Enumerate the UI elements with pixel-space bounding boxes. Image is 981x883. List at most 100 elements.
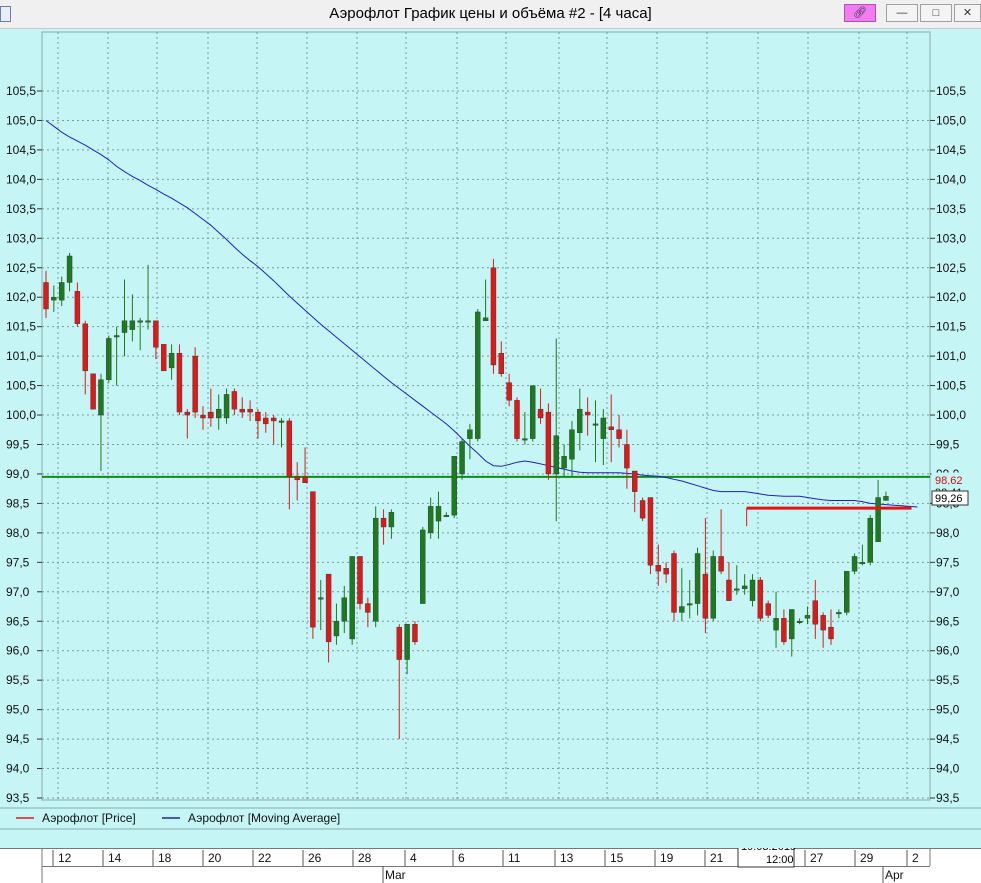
candle [435, 491, 442, 539]
candle-body [184, 411, 191, 416]
candle [765, 600, 771, 619]
candle [553, 338, 559, 522]
candle [396, 624, 402, 740]
y-tick-label-right: 104,5 [936, 143, 966, 157]
y-tick-label-left: 103,0 [6, 231, 36, 245]
y-tick-label-right: 103,0 [936, 231, 966, 245]
x-day-label: 22 [258, 851, 272, 865]
x-day-label: 11 [508, 851, 521, 865]
candle-body [51, 297, 57, 301]
candle-body [263, 417, 269, 425]
legend-label: Аэрофлот [Moving Average] [188, 811, 340, 825]
candle-body [239, 408, 245, 413]
y-tick-label-right: 101,5 [936, 320, 966, 334]
minimize-button[interactable]: — [886, 4, 918, 22]
candle [883, 491, 889, 501]
x-day-label: 27 [810, 851, 824, 865]
candle-body [310, 491, 316, 628]
y-tick-label-left: 103,5 [6, 202, 36, 216]
candle-body [106, 338, 112, 380]
x-day-label: 12 [58, 851, 72, 865]
candle [608, 394, 614, 463]
y-tick-label-right: 96,5 [936, 614, 960, 628]
y-tick-label-left: 98,5 [6, 496, 30, 510]
candle-body [679, 606, 685, 613]
maximize-button[interactable]: □ [920, 4, 952, 22]
candle [694, 547, 701, 616]
candle-body [553, 435, 559, 475]
candle [373, 506, 379, 628]
candle-body [74, 291, 81, 324]
y-tick-label-right: 97,5 [936, 555, 960, 569]
y-tick-label-right: 94,5 [936, 732, 960, 746]
candle-body [781, 618, 787, 643]
y-tick-label-right: 102,0 [936, 290, 966, 304]
candle [859, 544, 866, 566]
candle [545, 403, 552, 480]
candle-body [302, 476, 308, 483]
y-tick-label-left: 99,0 [6, 467, 30, 481]
candle [522, 412, 528, 445]
candle-body [192, 355, 198, 413]
candle [836, 609, 842, 619]
y-tick-label-right: 95,5 [936, 673, 960, 687]
y-tick-label-left: 93,5 [6, 791, 30, 805]
candle [208, 388, 214, 427]
link-icon[interactable]: 🔗︎ [844, 4, 876, 22]
candle-body [757, 579, 764, 619]
candle [663, 562, 669, 583]
candle-body [349, 556, 355, 640]
candle-body [655, 565, 661, 572]
x-day-label: 29 [860, 851, 874, 865]
candle [168, 344, 175, 380]
candle-body [828, 626, 834, 640]
candle [318, 580, 324, 631]
y-tick-label-right: 97,0 [936, 585, 960, 599]
candle-body [498, 352, 504, 375]
candle [420, 526, 426, 604]
candle [867, 515, 873, 566]
candle [647, 497, 654, 575]
candle-body [255, 411, 261, 422]
candle [310, 491, 316, 639]
candle-body [632, 470, 638, 492]
candle-body [161, 344, 167, 372]
candle [820, 612, 826, 648]
candle-body [687, 603, 693, 606]
candle [812, 580, 818, 639]
candle [51, 285, 57, 312]
candle-body [98, 379, 104, 416]
candle [616, 415, 622, 448]
candle-body [694, 553, 701, 604]
candle-body [820, 615, 826, 631]
candle-body [561, 456, 567, 469]
candle-body [624, 444, 630, 469]
y-tick-label-right: 94,0 [936, 762, 960, 776]
candle-body [294, 476, 300, 481]
candle-body [663, 568, 669, 575]
candle [514, 397, 520, 442]
candle-body [59, 282, 65, 301]
legend-label: Аэрофлот [Price] [42, 811, 136, 825]
candle-body [671, 553, 677, 613]
candle-body [451, 456, 457, 516]
time-axis[interactable]: 12 14 18 20 22 26 28 4 6 11 13 15 19 21 27 29 2 Mar Apr 19… [0, 848, 981, 883]
candle [475, 308, 481, 442]
candle-body [812, 600, 818, 625]
candle-body [804, 615, 811, 619]
close-button[interactable]: ✕ [954, 4, 981, 22]
candle-body [851, 556, 858, 572]
candle [467, 423, 473, 460]
x-day-label: 4 [410, 851, 417, 865]
candle [294, 462, 300, 501]
candle-body [467, 429, 473, 439]
y-tick-label-right: 100,0 [936, 408, 966, 422]
candle [341, 585, 347, 634]
candle [43, 270, 49, 318]
candle-body [537, 408, 544, 419]
y-tick-label-left: 102,0 [6, 290, 36, 304]
y-tick-label-right: 93,5 [936, 791, 960, 805]
price-chart[interactable]: 93,5 94,0 94,5 95,0 95,5 96,0 96,5 97,0 97,5 98,0… [0, 28, 981, 848]
candle-body [373, 517, 379, 622]
candle-body [333, 621, 340, 637]
